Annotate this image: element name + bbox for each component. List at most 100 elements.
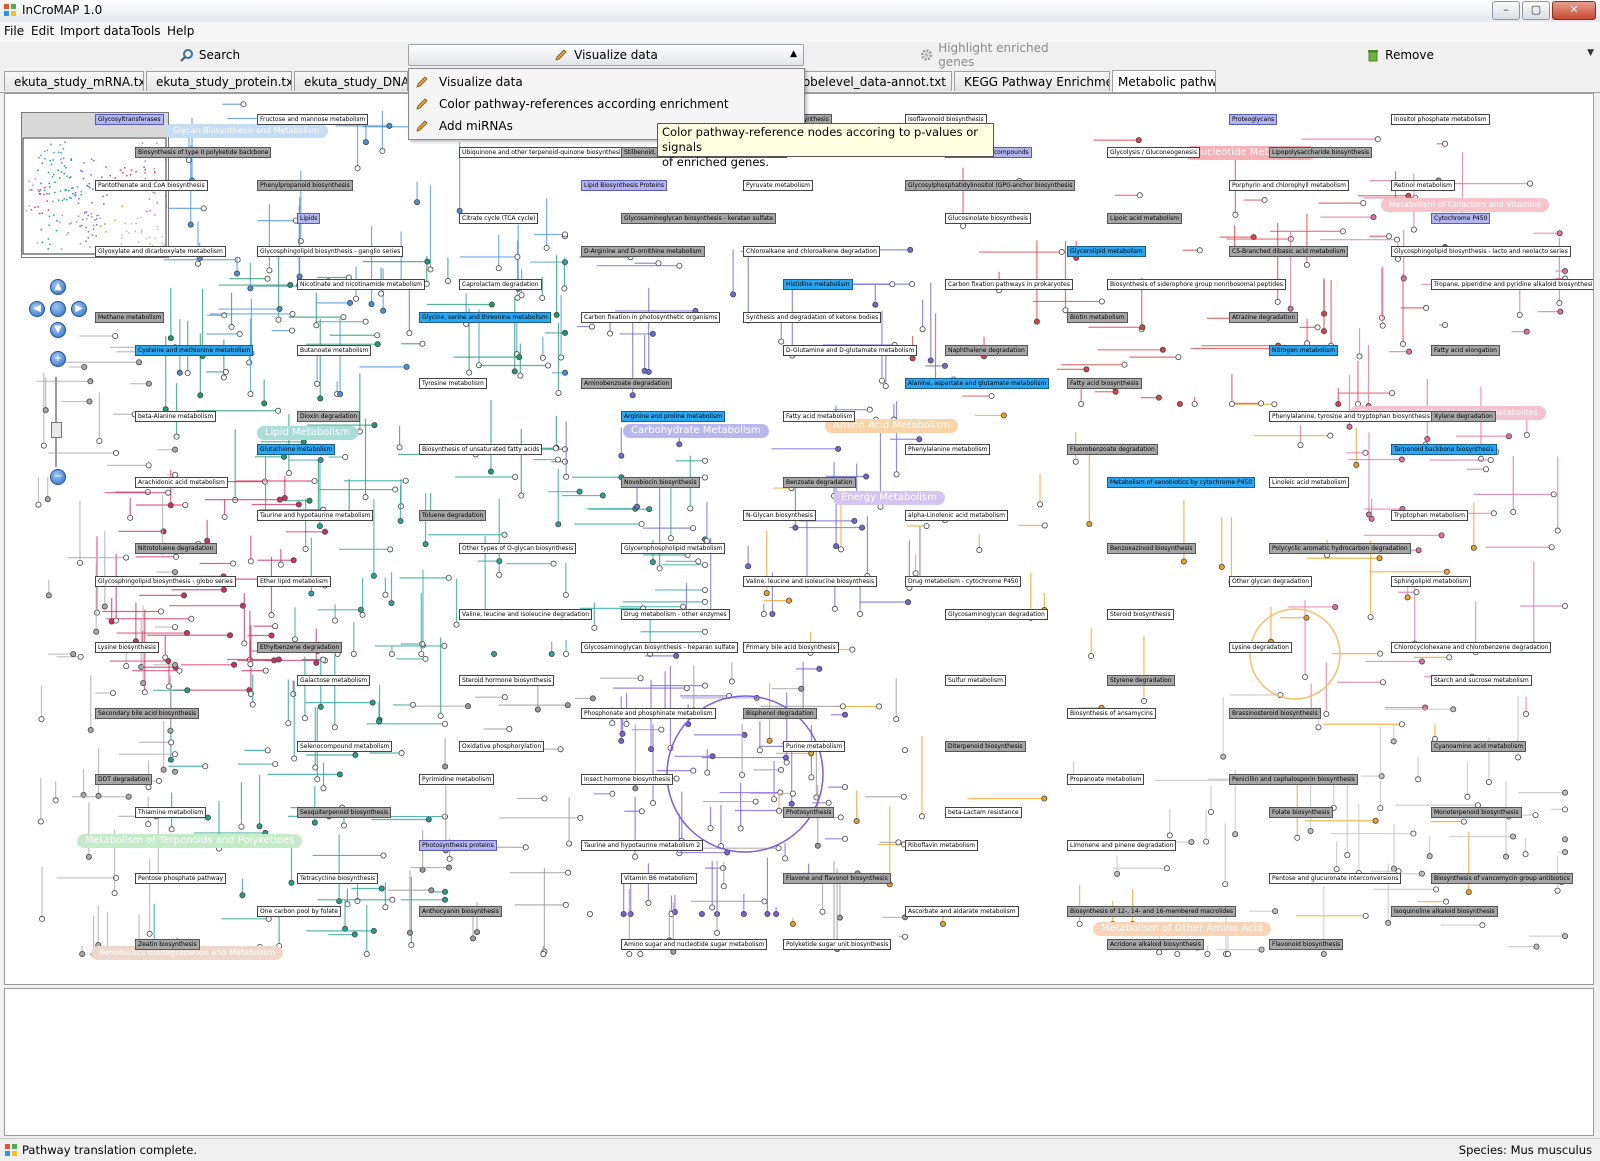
compound-node[interactable] xyxy=(1000,412,1007,419)
compound-node[interactable] xyxy=(1556,300,1563,307)
compound-node[interactable] xyxy=(1465,889,1472,896)
compound-node[interactable] xyxy=(37,818,44,825)
compound-node[interactable] xyxy=(1072,458,1079,465)
compound-node[interactable] xyxy=(773,911,780,918)
compound-node[interactable] xyxy=(424,258,431,265)
compound-node[interactable] xyxy=(577,814,584,821)
menu-help[interactable]: Help xyxy=(167,24,194,38)
compound-node[interactable] xyxy=(302,546,309,553)
compound-node[interactable] xyxy=(562,591,569,598)
compound-node[interactable] xyxy=(425,816,432,823)
compound-node[interactable] xyxy=(835,445,842,452)
compound-node[interactable] xyxy=(825,799,832,806)
compound-node[interactable] xyxy=(194,260,201,267)
pathway-node[interactable]: Butanoate metabolism xyxy=(297,345,372,356)
pathway-node[interactable]: Galactose metabolism xyxy=(297,675,371,686)
compound-node[interactable] xyxy=(837,814,844,821)
pathway-node[interactable]: Nitrogen metabolism xyxy=(1269,345,1339,356)
compound-node[interactable] xyxy=(629,392,636,399)
compound-node[interactable] xyxy=(518,292,525,299)
compound-node[interactable] xyxy=(1385,233,1392,240)
compound-node[interactable] xyxy=(789,790,796,797)
compound-node[interactable] xyxy=(123,554,130,561)
compound-node[interactable] xyxy=(620,911,627,918)
compound-node[interactable] xyxy=(1112,388,1119,395)
compound-node[interactable] xyxy=(487,468,494,475)
pathway-node[interactable]: Benzoxazinoid biosynthesis xyxy=(1107,543,1196,554)
compound-node[interactable] xyxy=(589,695,596,702)
compound-node[interactable] xyxy=(1335,400,1342,407)
menu-item-visualize-data[interactable]: Visualize data xyxy=(409,71,804,93)
compound-node[interactable] xyxy=(171,661,178,668)
compound-node[interactable] xyxy=(182,501,189,508)
compound-node[interactable] xyxy=(637,951,644,958)
pathway-node[interactable]: Glycosaminoglycan biosynthesis - heparan… xyxy=(581,642,738,653)
pathway-node[interactable]: Drug metabolism - cytochrome P450 xyxy=(905,576,1022,587)
compound-node[interactable] xyxy=(382,591,389,598)
compound-node[interactable] xyxy=(1490,510,1497,517)
compound-node[interactable] xyxy=(380,307,387,314)
compound-node[interactable] xyxy=(690,767,697,774)
compound-node[interactable] xyxy=(301,715,308,722)
compound-node[interactable] xyxy=(112,332,119,339)
compound-node[interactable] xyxy=(268,632,275,639)
pathway-node[interactable]: Biosynthesis of 12-, 14- and 16-membered… xyxy=(1067,906,1237,917)
compound-node[interactable] xyxy=(1410,830,1417,837)
pathway-node[interactable]: Cyanoamino acid metabolism xyxy=(1431,741,1527,752)
compound-node[interactable] xyxy=(145,784,152,791)
compound-node[interactable] xyxy=(1086,521,1093,528)
compound-node[interactable] xyxy=(976,547,983,554)
pathway-node[interactable]: Histidine metabolism xyxy=(783,279,853,290)
compound-node[interactable] xyxy=(872,301,879,308)
pathway-node[interactable]: Insect hormone biosynthesis xyxy=(581,774,674,785)
compound-node[interactable] xyxy=(918,813,925,820)
compound-node[interactable] xyxy=(782,855,789,862)
compound-node[interactable] xyxy=(1533,943,1540,950)
compound-node[interactable] xyxy=(623,720,630,727)
pathway-node[interactable]: Tryptophan metabolism xyxy=(1391,510,1468,521)
compound-node[interactable] xyxy=(290,557,297,564)
compound-node[interactable] xyxy=(1155,394,1162,401)
pathway-node[interactable]: Glycosaminoglycan degradation xyxy=(945,609,1048,620)
compound-node[interactable] xyxy=(342,454,349,461)
compound-node[interactable] xyxy=(656,565,663,572)
compound-node[interactable] xyxy=(264,747,271,754)
pathway-node[interactable]: Chloroalkane and chloroalkene degradatio… xyxy=(743,246,880,257)
pathway-node[interactable]: Phosphonate and phosphinate metabolism xyxy=(581,708,716,719)
compound-node[interactable] xyxy=(857,611,864,618)
compound-node[interactable] xyxy=(176,369,183,376)
compound-node[interactable] xyxy=(1418,658,1425,665)
compound-node[interactable] xyxy=(359,611,366,618)
compound-node[interactable] xyxy=(1041,795,1048,802)
compound-node[interactable] xyxy=(1121,361,1128,368)
compound-node[interactable] xyxy=(369,699,376,706)
pathway-node[interactable]: Primary bile acid biosynthesis xyxy=(743,642,839,653)
pathway-node[interactable]: alpha-Linolenic acid metabolism xyxy=(905,510,1009,521)
compound-node[interactable] xyxy=(96,437,103,444)
compound-node[interactable] xyxy=(165,489,172,496)
pathway-node[interactable]: Bisphenol degradation xyxy=(743,708,817,719)
compound-node[interactable] xyxy=(683,685,690,692)
compound-node[interactable] xyxy=(396,444,403,451)
compound-node[interactable] xyxy=(782,754,789,761)
compound-node[interactable] xyxy=(453,621,460,628)
pathway-node[interactable]: Caprolactam degradation xyxy=(459,279,542,290)
pathway-node[interactable]: Naphthalene degradation xyxy=(945,345,1028,356)
compound-node[interactable] xyxy=(311,819,318,826)
pathway-node[interactable]: Carbon fixation in photosynthetic organi… xyxy=(581,312,721,323)
compound-node[interactable] xyxy=(1404,594,1411,601)
compound-node[interactable] xyxy=(687,505,694,512)
pathway-node[interactable]: Valine, leucine and isoleucine biosynthe… xyxy=(743,576,878,587)
compound-node[interactable] xyxy=(552,445,559,452)
compound-node[interactable] xyxy=(354,165,361,172)
pathway-node[interactable]: Ascorbate and aldarate metabolism xyxy=(905,906,1019,917)
compound-node[interactable] xyxy=(1380,679,1387,686)
compound-node[interactable] xyxy=(1400,341,1407,348)
zoom-slider-thumb[interactable] xyxy=(51,422,62,438)
compound-node[interactable] xyxy=(842,711,849,718)
compound-node[interactable] xyxy=(816,665,823,672)
compound-node[interactable] xyxy=(1368,515,1375,522)
pathway-node[interactable]: Glycolysis / Gluconeogenesis xyxy=(1107,147,1200,158)
compound-node[interactable] xyxy=(564,702,571,709)
pathway-node[interactable]: D-Arginine and D-ornithine metabolism xyxy=(581,246,705,257)
